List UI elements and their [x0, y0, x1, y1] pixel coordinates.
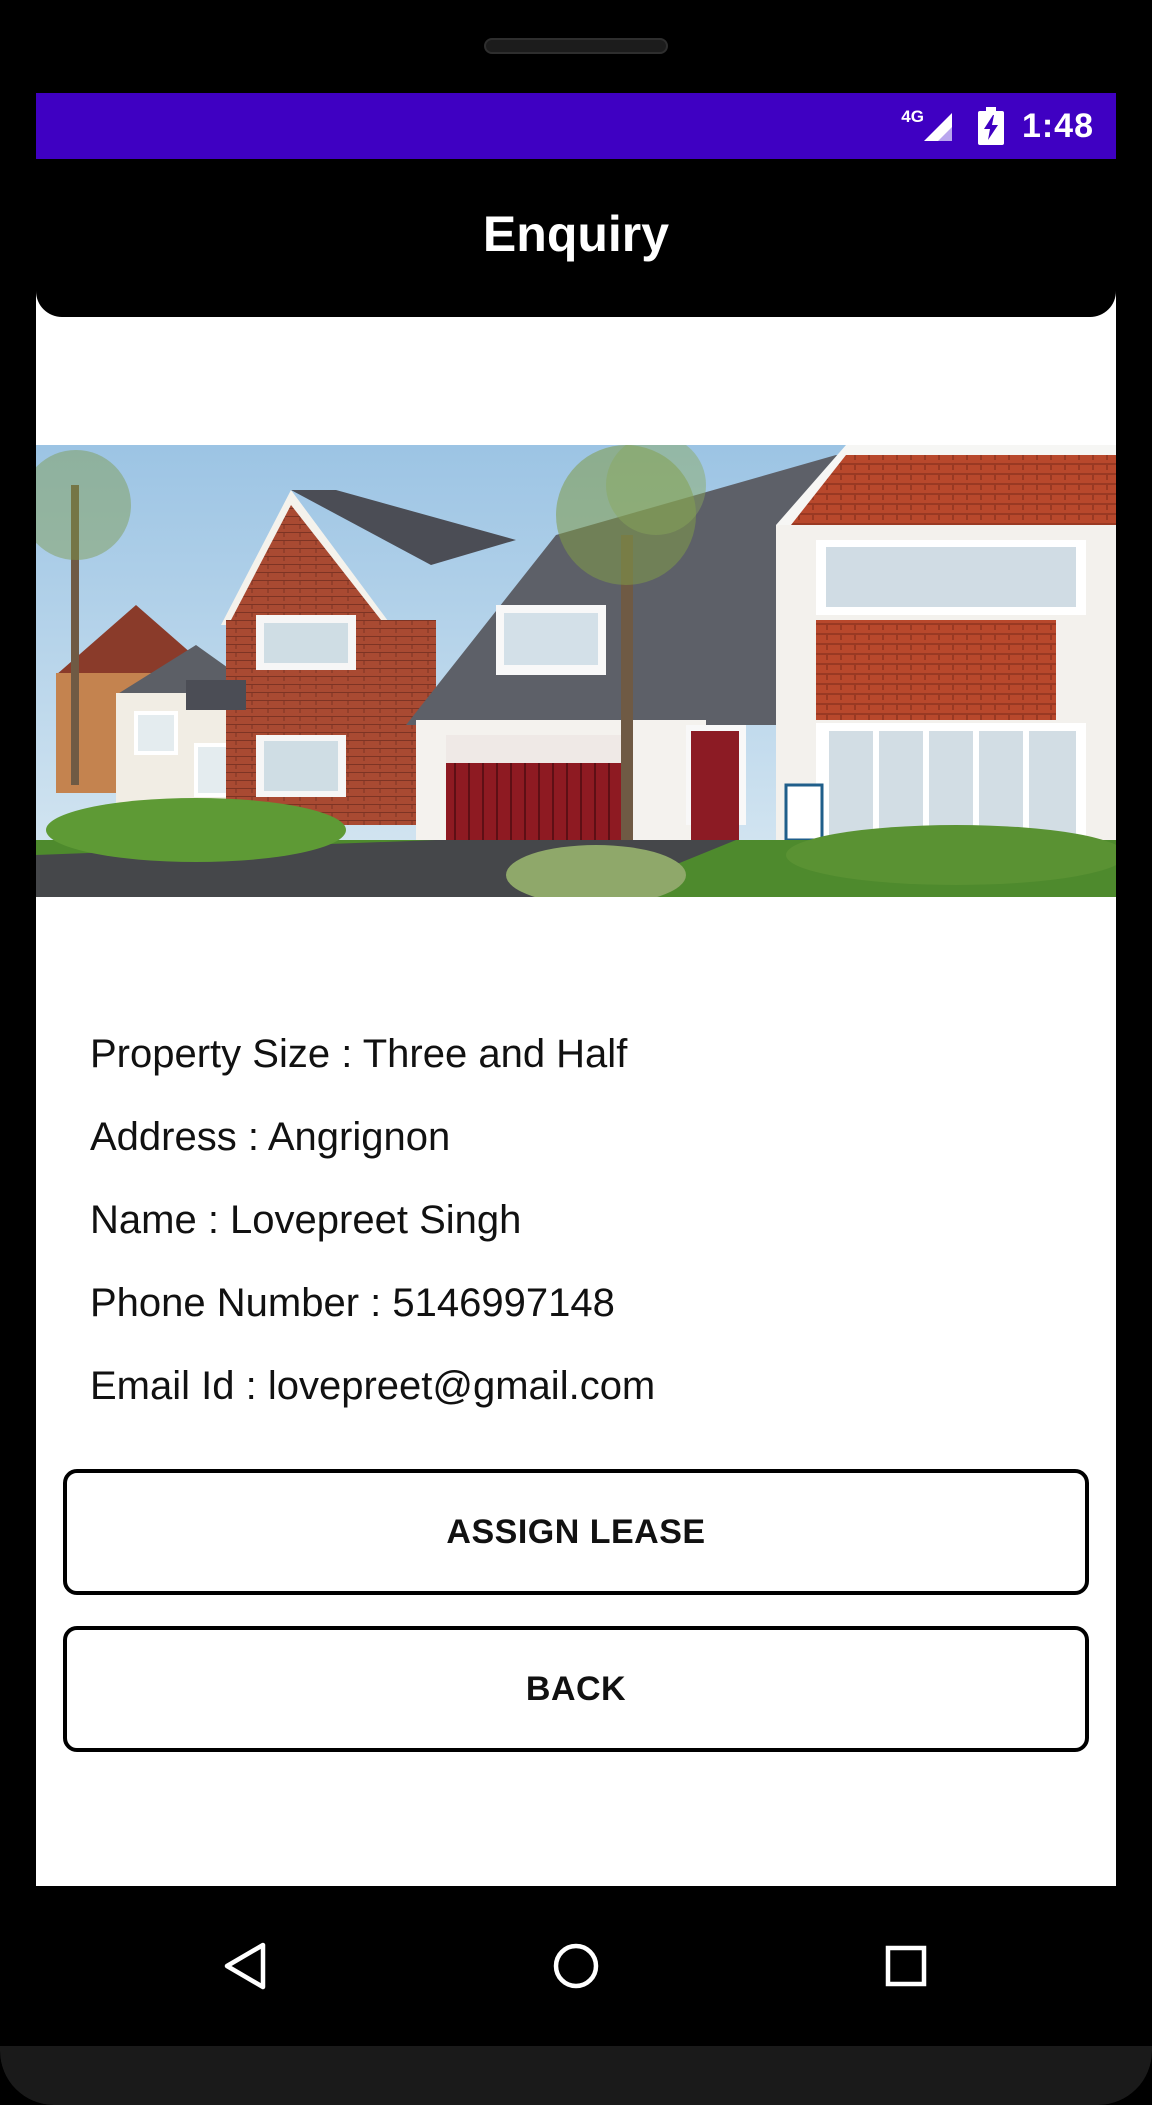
name-text: Name : Lovepreet Singh — [90, 1198, 522, 1242]
status-icons: 4G 1:48 — [901, 93, 1094, 159]
property-size-text: Property Size : Three and Half — [90, 1032, 628, 1076]
enquiry-details: Property Size : Three and Half Address :… — [90, 1013, 655, 1428]
nav-home-button[interactable] — [536, 1926, 616, 2006]
page-title: Enquiry — [482, 206, 670, 262]
signal-icon — [923, 113, 952, 141]
home-circle-icon — [553, 1943, 599, 1989]
app-bar: Enquiry — [36, 159, 1116, 317]
nav-recents-button[interactable] — [866, 1926, 946, 2006]
battery-charging-icon — [977, 107, 1004, 145]
app-screen: 4G 1:48 Enquiry Property Size: Three an… — [36, 93, 1116, 1886]
network-type-label: 4G — [901, 107, 924, 126]
property-photo — [36, 445, 1116, 897]
back-button[interactable]: BACK — [63, 1626, 1089, 1752]
recents-square-icon — [885, 1945, 927, 1987]
assign-lease-button[interactable]: ASSIGN LEASE — [63, 1469, 1089, 1595]
house-exterior-illustration — [36, 445, 1116, 897]
phone-number-text: Phone Number : 5146997148 — [90, 1281, 615, 1325]
system-navigation-bar — [0, 1886, 1152, 2046]
device-chin — [0, 2046, 1152, 2105]
back-triangle-icon — [224, 1942, 266, 1990]
status-bar: 4G 1:48 — [36, 93, 1116, 159]
earpiece-speaker — [484, 38, 668, 54]
status-time: 1:48 — [1021, 106, 1094, 145]
email-id-text: Email Id : lovepreet@gmail.com — [90, 1364, 656, 1408]
address-text: Address : Angrignon — [90, 1115, 451, 1159]
nav-back-button[interactable] — [206, 1926, 286, 2006]
phone-device: 4G 1:48 Enquiry Property Size: Three an… — [0, 0, 1152, 2105]
